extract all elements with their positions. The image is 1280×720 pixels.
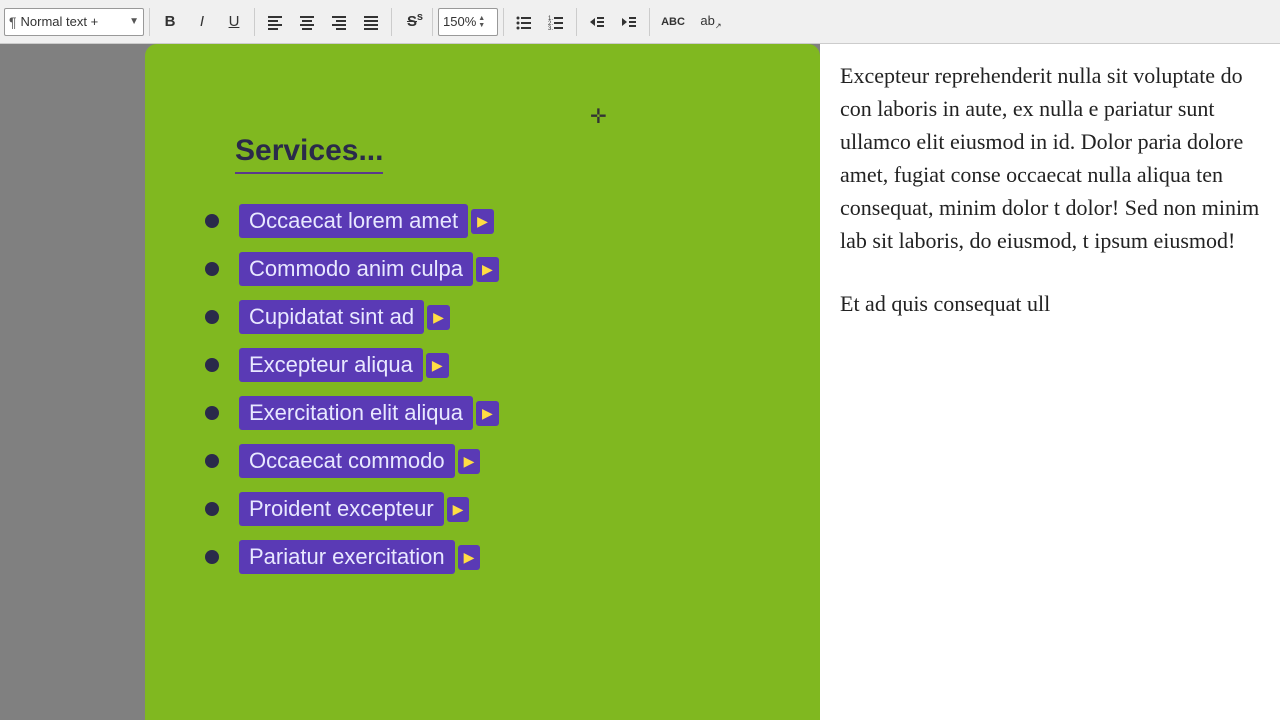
bullet-icon: [205, 262, 219, 276]
bullet-icon: [205, 454, 219, 468]
zoom-down-arrow[interactable]: ▼: [478, 22, 485, 29]
align-center-button[interactable]: [292, 8, 322, 36]
main-area: ✛ Services... Occaecat lorem amet ▶ Comm…: [0, 44, 1280, 720]
service-arrow-button[interactable]: ▶: [447, 497, 470, 522]
spellcheck-button[interactable]: ABC: [655, 8, 691, 36]
list-item: Pariatur exercitation ▶: [205, 540, 810, 574]
left-gutter: [0, 44, 145, 720]
paragraph-icon: ¶: [9, 14, 17, 30]
zoom-arrows[interactable]: ▲ ▼: [478, 15, 485, 29]
separator-2: [254, 8, 255, 36]
service-link[interactable]: Commodo anim culpa: [239, 252, 473, 286]
svg-text:3.: 3.: [548, 26, 553, 30]
style-dropdown-label: Normal text +: [21, 14, 99, 29]
increase-indent-button[interactable]: [614, 8, 644, 36]
services-title: Services...: [235, 134, 383, 174]
toolbar: ¶ Normal text + ▼ B I U s S 150% ▲ ▼ 1: [0, 0, 1280, 44]
service-link[interactable]: Exercitation elit aliqua: [239, 396, 473, 430]
align-right-button[interactable]: [324, 8, 354, 36]
right-paragraph-1: Excepteur reprehenderit nulla sit volupt…: [840, 59, 1260, 257]
services-list: Occaecat lorem amet ▶ Commodo anim culpa…: [205, 204, 810, 588]
service-arrow-button[interactable]: ▶: [458, 545, 481, 570]
underline-button[interactable]: U: [219, 8, 249, 36]
service-link[interactable]: Cupidatat sint ad: [239, 300, 424, 334]
right-paragraph-2: Et ad quis consequat ull: [840, 287, 1260, 320]
italic-button[interactable]: I: [187, 8, 217, 36]
style-dropdown[interactable]: ¶ Normal text + ▼: [4, 8, 144, 36]
service-link-container: Proident excepteur ▶: [239, 492, 469, 526]
service-link[interactable]: Occaecat lorem amet: [239, 204, 468, 238]
bullet-icon: [205, 406, 219, 420]
list-item: Cupidatat sint ad ▶: [205, 300, 810, 334]
service-arrow-button[interactable]: ▶: [476, 257, 499, 282]
service-link[interactable]: Excepteur aliqua: [239, 348, 423, 382]
service-link-container: Pariatur exercitation ▶: [239, 540, 480, 574]
service-arrow-button[interactable]: ▶: [476, 401, 499, 426]
zoom-value: 150%: [443, 14, 476, 29]
service-link-container: Commodo anim culpa ▶: [239, 252, 499, 286]
service-arrow-button[interactable]: ▶: [426, 353, 449, 378]
service-link-container: Cupidatat sint ad ▶: [239, 300, 450, 334]
service-arrow-button[interactable]: ▶: [427, 305, 450, 330]
strikethrough-button[interactable]: s S: [397, 8, 427, 36]
cursor-icon: ✛: [590, 104, 607, 129]
separator-4: [432, 8, 433, 36]
list-item: Occaecat commodo ▶: [205, 444, 810, 478]
bold-button[interactable]: B: [155, 8, 185, 36]
bullet-icon: [205, 550, 219, 564]
service-link-container: Exercitation elit aliqua ▶: [239, 396, 499, 430]
list-item: Commodo anim culpa ▶: [205, 252, 810, 286]
separator-1: [149, 8, 150, 36]
service-link[interactable]: Occaecat commodo: [239, 444, 455, 478]
service-link-container: Occaecat commodo ▶: [239, 444, 480, 478]
right-text-panel: Excepteur reprehenderit nulla sit volupt…: [820, 44, 1280, 720]
list-item: Occaecat lorem amet ▶: [205, 204, 810, 238]
service-link[interactable]: Proident excepteur: [239, 492, 444, 526]
separator-3: [391, 8, 392, 36]
service-link-container: Excepteur aliqua ▶: [239, 348, 449, 382]
service-link[interactable]: Pariatur exercitation: [239, 540, 455, 574]
autocorrect-label: ab↗: [700, 13, 721, 31]
decrease-indent-button[interactable]: [582, 8, 612, 36]
services-heading-area: Services...: [235, 134, 800, 174]
separator-7: [649, 8, 650, 36]
separator-6: [576, 8, 577, 36]
service-link-container: Occaecat lorem amet ▶: [239, 204, 494, 238]
service-arrow-button[interactable]: ▶: [458, 449, 481, 474]
ordered-list-button[interactable]: 1.2.3.: [541, 8, 571, 36]
bullet-icon: [205, 310, 219, 324]
list-item: Excepteur aliqua ▶: [205, 348, 810, 382]
service-arrow-button[interactable]: ▶: [471, 209, 494, 234]
unordered-list-button[interactable]: [509, 8, 539, 36]
zoom-up-arrow[interactable]: ▲: [478, 15, 485, 22]
autocorrect-button[interactable]: ab↗: [693, 8, 729, 36]
chevron-down-icon: ▼: [129, 16, 139, 27]
separator-5: [503, 8, 504, 36]
list-item: Exercitation elit aliqua ▶: [205, 396, 810, 430]
list-item: Proident excepteur ▶: [205, 492, 810, 526]
bullet-icon: [205, 358, 219, 372]
spellcheck-label: ABC: [661, 16, 685, 28]
document-panel: ✛ Services... Occaecat lorem amet ▶ Comm…: [145, 44, 820, 720]
bullet-icon: [205, 214, 219, 228]
bullet-icon: [205, 502, 219, 516]
align-left-button[interactable]: [260, 8, 290, 36]
zoom-control[interactable]: 150% ▲ ▼: [438, 8, 498, 36]
justify-button[interactable]: [356, 8, 386, 36]
